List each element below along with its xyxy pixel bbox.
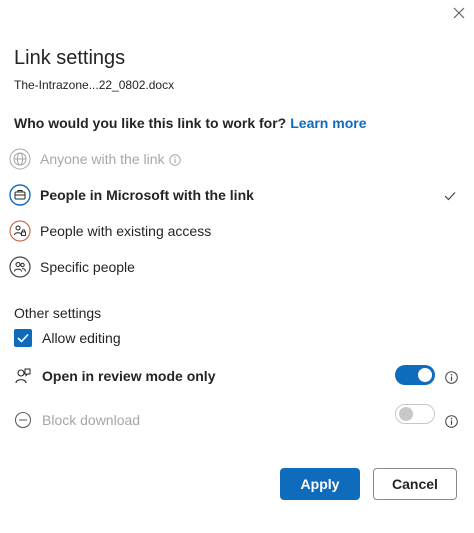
review-mode-toggle[interactable] — [395, 365, 435, 385]
globe-icon — [8, 147, 32, 171]
people-icon — [8, 255, 32, 279]
info-icon[interactable] — [168, 154, 181, 166]
option-people-in-organization[interactable]: People in Microsoft with the link — [8, 181, 468, 209]
link-settings-dialog: Link settings The-Intrazone...22_0802.do… — [0, 0, 474, 533]
block-download-info-icon[interactable] — [444, 414, 458, 428]
block-download-toggle[interactable] — [395, 404, 435, 424]
cancel-button[interactable]: Cancel — [373, 468, 457, 500]
review-mode-icon — [14, 367, 32, 385]
block-icon — [14, 411, 32, 429]
option-label: People with existing access — [40, 223, 212, 239]
review-mode-label: Open in review mode only — [42, 368, 216, 384]
review-mode-info-icon[interactable] — [444, 370, 458, 384]
checkmark-icon — [17, 333, 29, 343]
file-name: The-Intrazone...22_0802.docx — [14, 78, 175, 92]
toggle-knob — [399, 407, 413, 421]
learn-more-link[interactable]: Learn more — [290, 115, 366, 131]
briefcase-icon — [8, 183, 32, 207]
people-lock-icon — [8, 219, 32, 243]
review-mode-row: Open in review mode only — [14, 367, 460, 385]
other-settings-heading: Other settings — [14, 305, 102, 321]
allow-editing-label: Allow editing — [42, 330, 121, 346]
apply-button[interactable]: Apply — [280, 468, 360, 500]
close-icon — [453, 7, 465, 19]
option-label: Anyone with the link — [40, 151, 181, 167]
toggle-knob — [418, 368, 432, 382]
allow-editing-row[interactable]: Allow editing — [14, 329, 460, 347]
audience-question-text: Who would you like this link to work for… — [14, 115, 287, 131]
allow-editing-checkbox[interactable] — [14, 329, 32, 347]
option-people-with-existing-access[interactable]: People with existing access — [8, 217, 468, 245]
checkmark-icon — [444, 188, 456, 206]
dialog-title: Link settings — [14, 47, 126, 69]
audience-question: Who would you like this link to work for… — [14, 115, 366, 131]
option-anyone-with-link[interactable]: Anyone with the link — [8, 145, 468, 173]
block-download-row: Block download — [14, 411, 460, 429]
block-download-label: Block download — [42, 412, 141, 428]
option-specific-people[interactable]: Specific people — [8, 253, 468, 281]
close-button[interactable] — [448, 2, 470, 24]
option-label: Specific people — [40, 259, 135, 275]
option-label: People in Microsoft with the link — [40, 187, 254, 203]
